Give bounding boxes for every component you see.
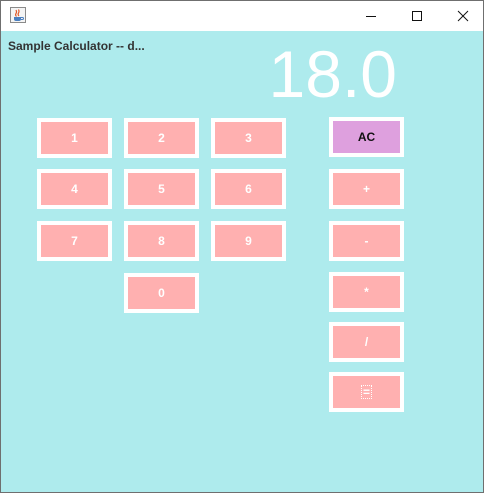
maximize-icon	[412, 11, 422, 21]
digit-9-button[interactable]: 9	[211, 221, 286, 261]
digit-2-button[interactable]: 2	[124, 118, 199, 158]
calculator-panel: Sample Calculator -- d... 18.0 1 2 3 4 5…	[1, 31, 483, 492]
digit-7-button[interactable]: 7	[37, 221, 112, 261]
digit-1-button[interactable]: 1	[37, 118, 112, 158]
panel-title: Sample Calculator -- d...	[8, 39, 145, 53]
equals-button-label: =	[360, 385, 372, 399]
maximize-button[interactable]	[394, 1, 440, 31]
digit-0-button[interactable]: 0	[124, 273, 199, 313]
digit-4-button[interactable]: 4	[37, 169, 112, 209]
digit-6-button[interactable]: 6	[211, 169, 286, 209]
java-coffee-cup-icon[interactable]	[10, 7, 26, 23]
add-button[interactable]: +	[329, 169, 404, 209]
multiply-button[interactable]: *	[329, 272, 404, 312]
digit-3-button[interactable]: 3	[211, 118, 286, 158]
calculator-window: Sample Calculator -- d... 18.0 1 2 3 4 5…	[0, 0, 484, 493]
title-bar	[1, 1, 483, 31]
equals-button[interactable]: =	[329, 372, 404, 412]
all-clear-button[interactable]: AC	[329, 117, 404, 157]
divide-button[interactable]: /	[329, 322, 404, 362]
result-display: 18.0	[268, 37, 397, 111]
digit-8-button[interactable]: 8	[124, 221, 199, 261]
digit-5-button[interactable]: 5	[124, 169, 199, 209]
subtract-button[interactable]: -	[329, 221, 404, 261]
close-button[interactable]	[440, 1, 484, 31]
minimize-button[interactable]	[348, 1, 394, 31]
minimize-icon	[366, 16, 376, 17]
close-icon	[457, 10, 469, 22]
